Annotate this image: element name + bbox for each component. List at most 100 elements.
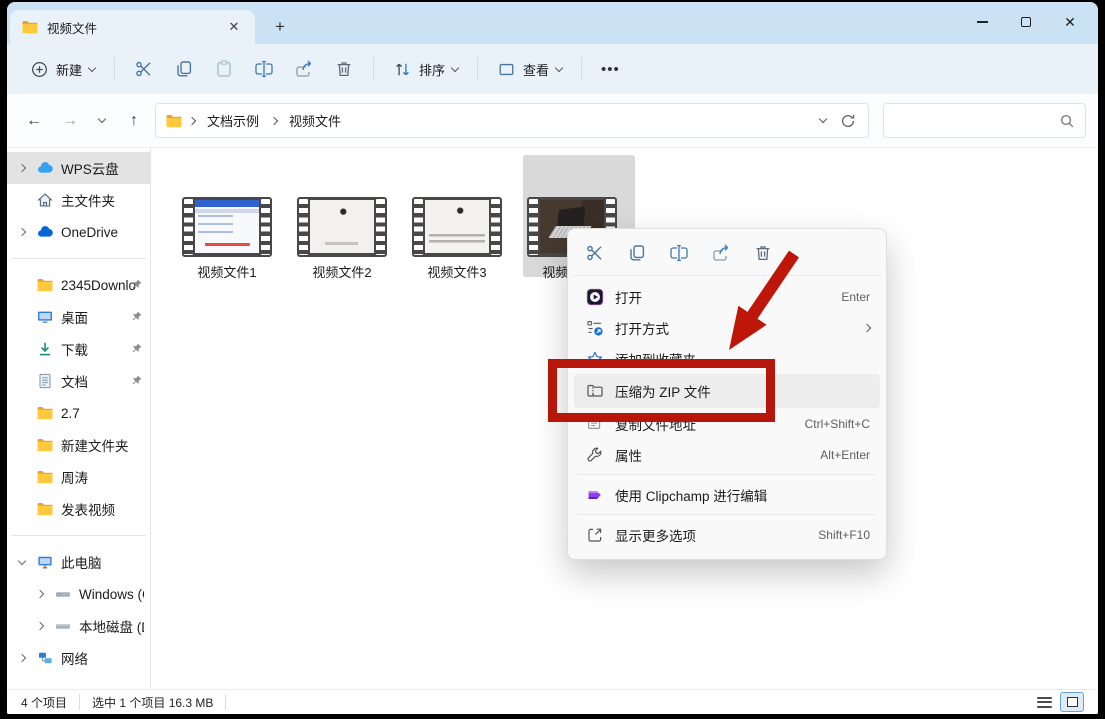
sidebar-item-zhoutao[interactable]: 周涛 xyxy=(7,461,150,493)
copy-button[interactable] xyxy=(165,51,203,87)
sidebar-divider xyxy=(11,258,146,259)
share-button[interactable] xyxy=(704,237,738,269)
sidebar-item-wps-cloud[interactable]: WPS云盘 xyxy=(7,152,150,184)
selection-info: 选中 1 个项目 16.3 MB xyxy=(80,694,226,710)
sidebar-item-network[interactable]: 网络 xyxy=(7,642,150,674)
forward-button[interactable]: → xyxy=(55,106,85,136)
document-icon xyxy=(37,373,53,389)
delete-button[interactable] xyxy=(325,51,363,87)
sidebar-item-label: Windows (C:) xyxy=(79,587,144,602)
file-explorer-window: 视频文件 ✕ + ✕ 新建 排序 xyxy=(7,2,1098,714)
film-icon xyxy=(182,197,272,257)
paste-icon xyxy=(214,59,234,79)
drive-icon xyxy=(55,618,71,634)
folder-icon xyxy=(37,278,53,292)
rename-button[interactable] xyxy=(245,51,283,87)
menu-item-label: 打开方式 xyxy=(615,318,853,338)
sidebar-item-desktop[interactable]: 桌面 xyxy=(7,301,150,333)
sort-button[interactable]: 排序 xyxy=(384,51,467,87)
menu-item-properties[interactable]: 属性 Alt+Enter xyxy=(574,439,880,470)
chevron-down-icon xyxy=(451,63,459,71)
sidebar-item-documents[interactable]: 文档 xyxy=(7,365,150,397)
menu-item-compress-to-zip[interactable]: 压缩为 ZIP 文件 xyxy=(574,374,880,408)
share-icon xyxy=(711,243,731,263)
back-button[interactable]: ← xyxy=(19,106,49,136)
film-icon xyxy=(412,197,502,257)
menu-item-show-more-options[interactable]: 显示更多选项 Shift+F10 xyxy=(574,519,880,550)
sidebar-item-drive-c[interactable]: Windows (C:) xyxy=(7,578,150,610)
new-button-label: 新建 xyxy=(56,60,82,79)
sidebar-item-onedrive[interactable]: OneDrive xyxy=(7,216,150,248)
large-icons-view-toggle[interactable] xyxy=(1060,692,1084,712)
paste-button[interactable] xyxy=(205,51,243,87)
sidebar-item-label: 此电脑 xyxy=(61,552,144,572)
pin-icon xyxy=(130,278,143,291)
sidebar-item-label: 本地磁盘 (D:) xyxy=(79,616,144,636)
sidebar-item-this-pc[interactable]: 此电脑 xyxy=(7,546,150,578)
window-controls: ✕ xyxy=(960,7,1092,37)
network-icon xyxy=(37,650,53,666)
maximize-icon xyxy=(1021,17,1031,27)
film-icon xyxy=(297,197,387,257)
menu-item-label: 打开 xyxy=(615,287,830,307)
search-box[interactable] xyxy=(883,103,1086,138)
sidebar-item-2-7[interactable]: 2.7 xyxy=(7,397,150,429)
view-button[interactable]: 查看 xyxy=(488,51,571,87)
onedrive-icon xyxy=(37,224,53,240)
menu-divider xyxy=(578,474,876,475)
maximize-button[interactable] xyxy=(1004,7,1048,37)
folder-icon xyxy=(37,438,53,452)
menu-item-add-to-favorites[interactable]: 添加到收藏夹 xyxy=(574,343,880,374)
breadcrumb-item[interactable]: 文档示例 xyxy=(202,108,264,133)
cut-button[interactable] xyxy=(578,237,612,269)
chevron-down-icon[interactable] xyxy=(819,115,827,123)
cut-icon xyxy=(134,59,154,79)
new-button[interactable]: 新建 xyxy=(21,51,104,87)
rename-button[interactable] xyxy=(662,237,696,269)
chevron-right-icon xyxy=(36,622,44,630)
search-icon xyxy=(1059,113,1075,129)
sidebar-item-label: 新建文件夹 xyxy=(61,435,144,455)
copy-button[interactable] xyxy=(620,237,654,269)
sidebar-item-home[interactable]: 主文件夹 xyxy=(7,184,150,216)
cut-button[interactable] xyxy=(125,51,163,87)
chevron-down-icon xyxy=(555,63,563,71)
file-item[interactable]: 视频文件1 xyxy=(175,197,279,281)
sidebar-item-downloads[interactable]: 下载 xyxy=(7,333,150,365)
pin-icon xyxy=(130,342,143,355)
sidebar-item-2345download[interactable]: 2345Downlo xyxy=(7,269,150,301)
tab-close-button[interactable]: ✕ xyxy=(223,16,245,38)
see-more-button[interactable]: ••• xyxy=(592,51,629,87)
details-view-toggle[interactable] xyxy=(1037,697,1052,708)
recent-locations-button[interactable] xyxy=(91,106,113,136)
delete-button[interactable] xyxy=(746,237,780,269)
explorer-tab[interactable]: 视频文件 ✕ xyxy=(10,10,255,44)
sidebar-item-label: 网络 xyxy=(61,648,144,668)
new-tab-button[interactable]: + xyxy=(265,12,295,42)
search-input[interactable] xyxy=(894,112,1059,129)
chevron-down-icon xyxy=(98,115,106,123)
menu-item-shortcut: Shift+F10 xyxy=(818,528,870,542)
menu-item-label: 复制文件地址 xyxy=(615,414,794,434)
menu-item-open[interactable]: 打开 Enter xyxy=(574,281,880,312)
sidebar-item-label: 发表视频 xyxy=(61,499,144,519)
show-more-icon xyxy=(586,526,604,544)
file-name: 视频文件2 xyxy=(290,262,394,281)
breadcrumb-item[interactable]: 视频文件 xyxy=(284,108,346,133)
view-icon xyxy=(497,60,516,79)
minimize-button[interactable] xyxy=(960,7,1004,37)
sidebar-item-new-folder[interactable]: 新建文件夹 xyxy=(7,429,150,461)
menu-item-edit-with-clipchamp[interactable]: 使用 Clipchamp 进行编辑 xyxy=(574,479,880,510)
file-item[interactable]: 视频文件2 xyxy=(290,197,394,281)
close-button[interactable]: ✕ xyxy=(1048,7,1092,37)
sidebar-item-drive-d[interactable]: 本地磁盘 (D:) xyxy=(7,610,150,642)
menu-item-open-with[interactable]: 打开方式 xyxy=(574,312,880,343)
wrench-icon xyxy=(586,446,604,464)
address-bar[interactable]: 文档示例 视频文件 xyxy=(155,103,869,138)
share-button[interactable] xyxy=(285,51,323,87)
up-button[interactable]: ↑ xyxy=(119,106,149,136)
menu-item-copy-as-path[interactable]: 复制文件地址 Ctrl+Shift+C xyxy=(574,408,880,439)
sidebar-item-published-videos[interactable]: 发表视频 xyxy=(7,493,150,525)
refresh-icon[interactable] xyxy=(840,113,856,129)
file-item[interactable]: 视频文件3 xyxy=(405,197,509,281)
